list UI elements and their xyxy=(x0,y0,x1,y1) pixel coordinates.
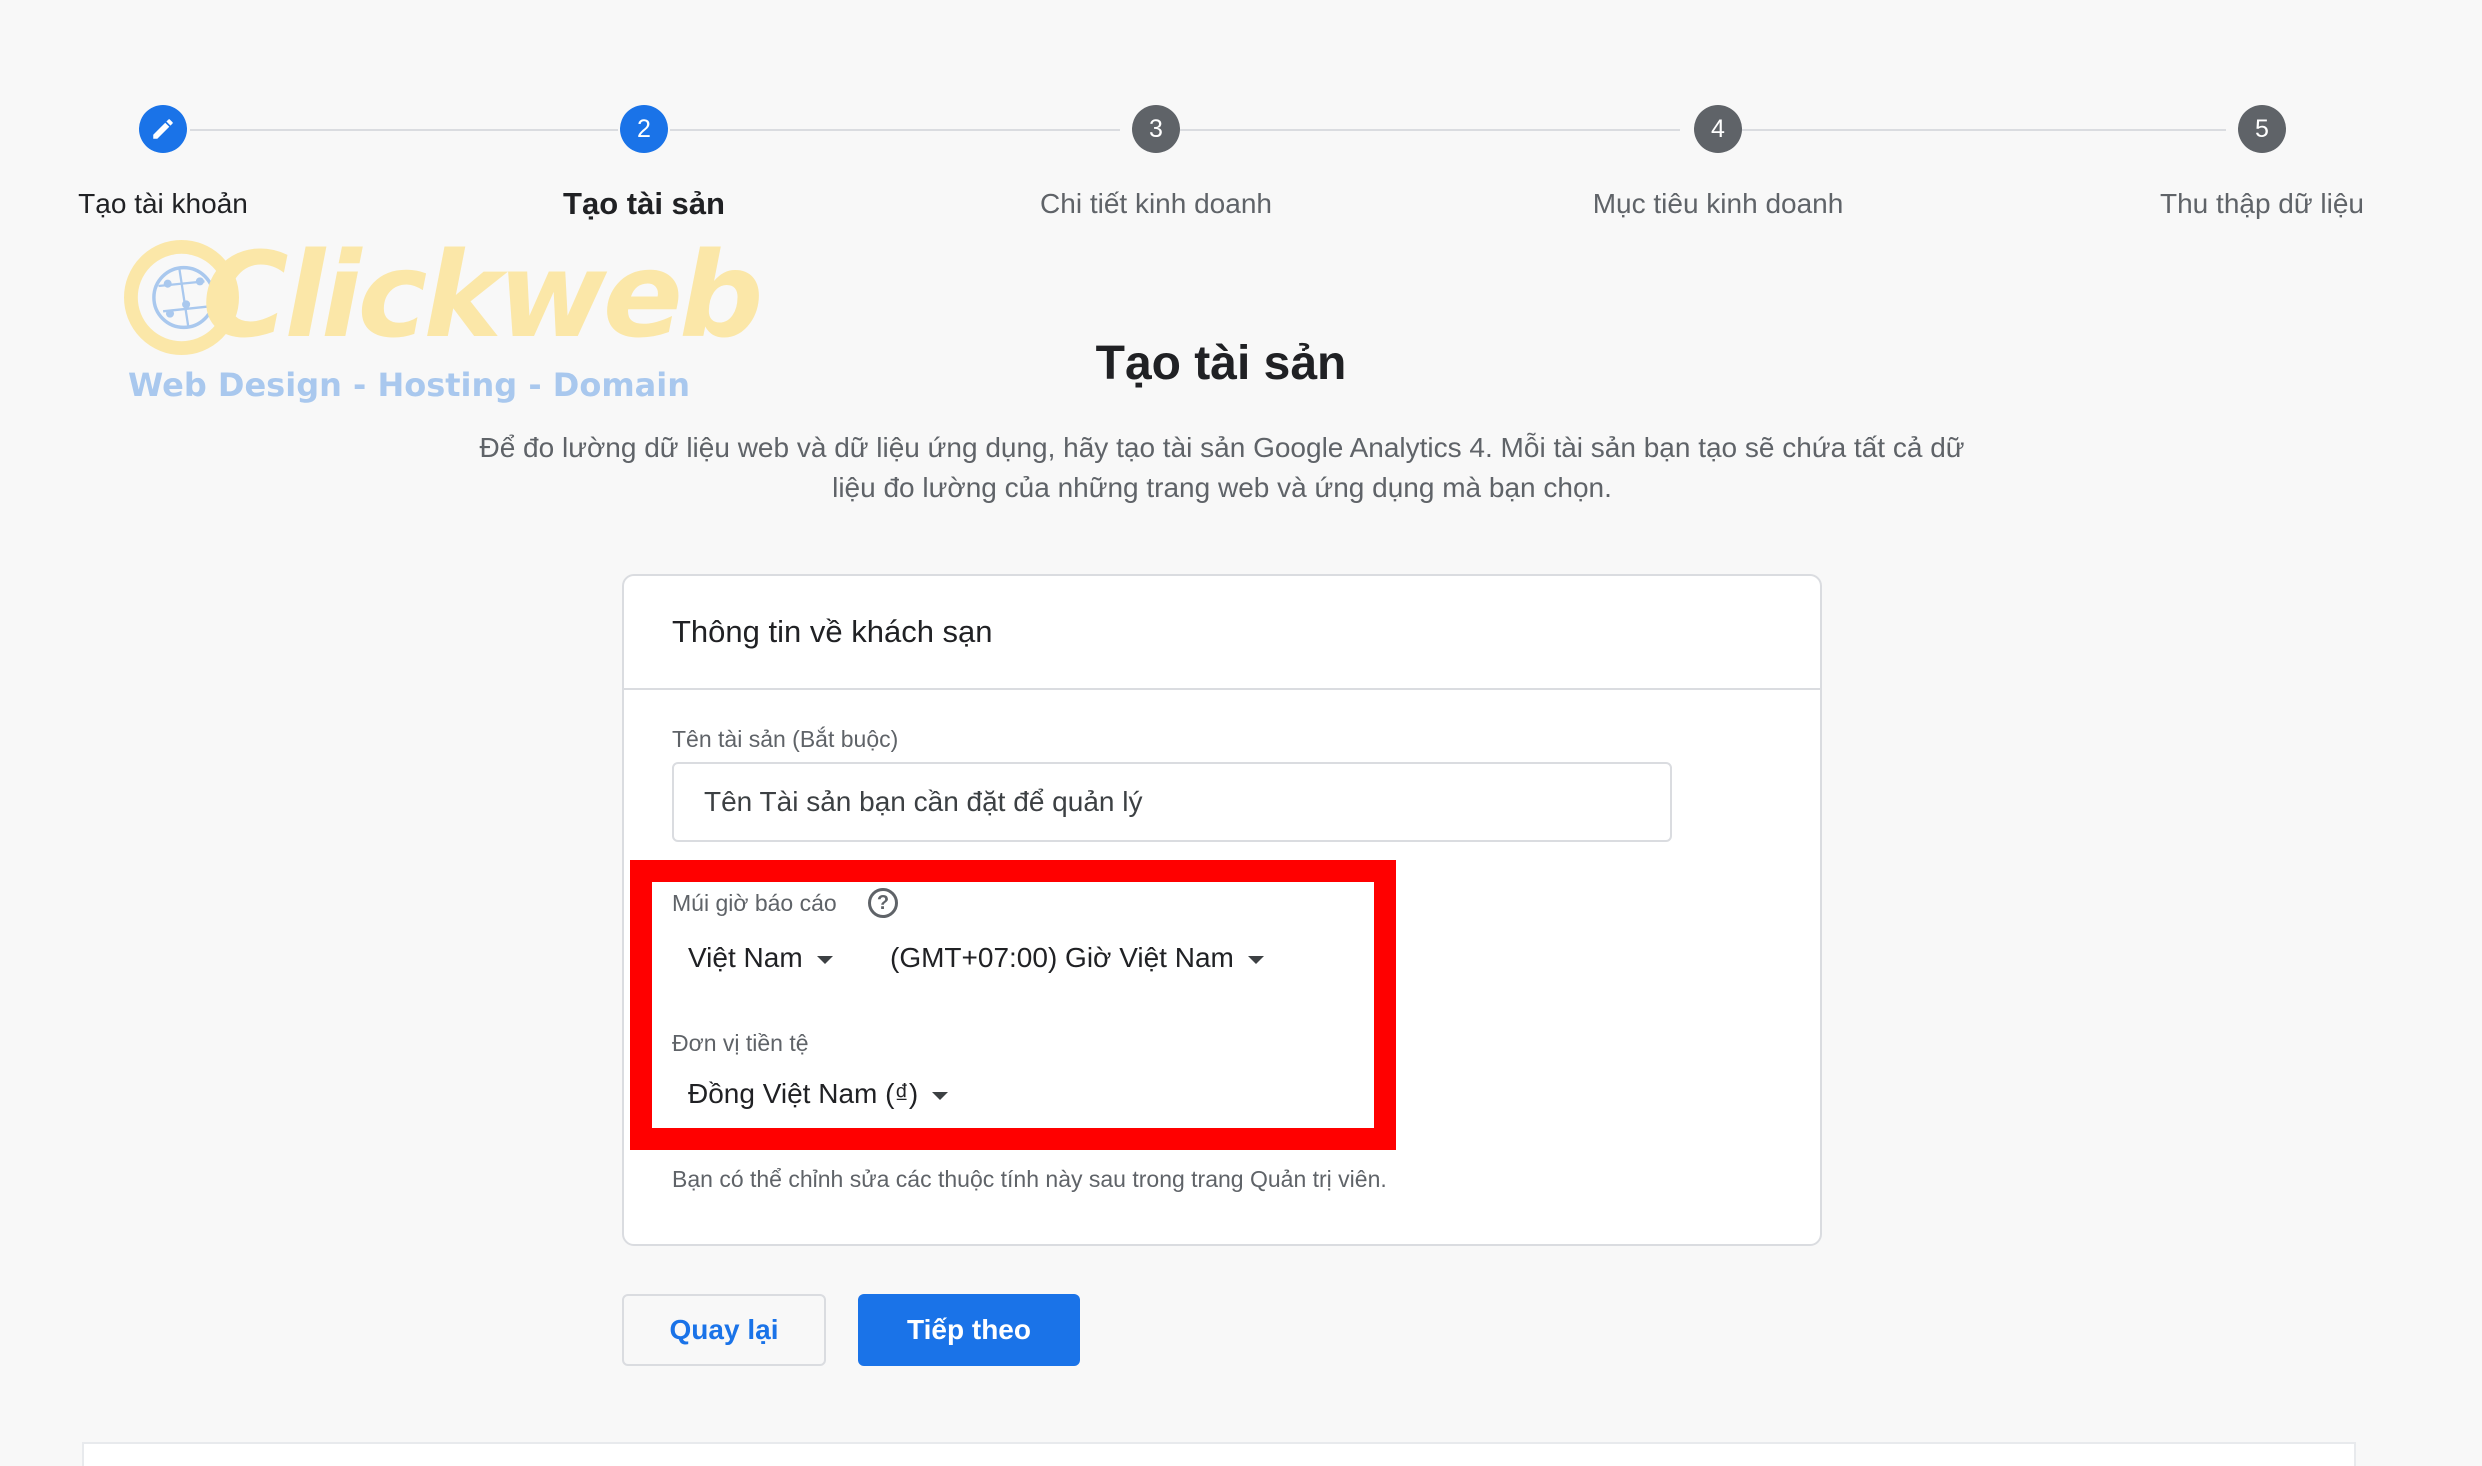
step-3-circle: 3 xyxy=(1132,105,1180,153)
caret-down-icon xyxy=(1247,956,1264,964)
country-dropdown[interactable]: Việt Nam xyxy=(688,942,833,974)
page-description: Để đo lường dữ liệu web và dữ liệu ứng d… xyxy=(420,428,2024,508)
next-button[interactable]: Tiếp theo xyxy=(858,1294,1080,1366)
currency-dropdown[interactable]: Đồng Việt Nam (₫) xyxy=(688,1078,949,1110)
timezone-value: (GMT+07:00) Giờ Việt Nam xyxy=(890,942,1234,973)
page-title: Tạo tài sản xyxy=(1095,337,1347,390)
page: 2 3 4 5 Tạo tài khoản Tạo tài sản Chi ti… xyxy=(0,0,2482,1466)
property-name-input[interactable] xyxy=(672,762,1672,842)
step-3-label: Chi tiết kinh doanh xyxy=(1040,188,1272,219)
step-4-circle: 4 xyxy=(1694,105,1742,153)
step-connector xyxy=(1180,129,1680,131)
stepper: 2 3 4 5 Tạo tài khoản Tạo tài sản Chi ti… xyxy=(0,0,2482,240)
step-1-edit-circle[interactable] xyxy=(139,105,187,153)
help-icon[interactable]: ? xyxy=(868,888,898,918)
step-connector xyxy=(190,129,618,131)
step-2-circle: 2 xyxy=(620,105,668,153)
back-button[interactable]: Quay lại xyxy=(622,1294,826,1366)
currency-label: Đơn vị tiền tệ xyxy=(672,1030,809,1056)
property-details-card: Thông tin về khách sạn Tên tài sản (Bắt … xyxy=(622,574,1822,1246)
step-5-circle: 5 xyxy=(2238,105,2286,153)
description-line-2: liệu đo lường của những trang web và ứng… xyxy=(832,472,1612,503)
card-header: Thông tin về khách sạn xyxy=(624,576,1820,690)
country-value: Việt Nam xyxy=(688,942,803,973)
pencil-icon xyxy=(153,119,173,139)
step-2-label: Tạo tài sản xyxy=(563,186,725,221)
description-line-1: Để đo lường dữ liệu web và dữ liệu ứng d… xyxy=(479,432,1965,463)
card-note: Bạn có thể chỉnh sửa các thuộc tính này … xyxy=(672,1166,1387,1192)
step-1-label[interactable]: Tạo tài khoản xyxy=(78,188,248,220)
timezone-dropdown[interactable]: (GMT+07:00) Giờ Việt Nam xyxy=(890,942,1264,974)
property-name-label: Tên tài sản (Bắt buộc) xyxy=(672,726,899,752)
caret-down-icon xyxy=(816,956,833,964)
step-connector xyxy=(670,129,1120,131)
step-4-label: Mục tiêu kinh doanh xyxy=(1592,188,1844,219)
step-5-label: Thu thập dữ liệu xyxy=(2160,188,2364,219)
timezone-label: Múi giờ báo cáo xyxy=(672,890,837,916)
bottom-card-edge xyxy=(82,1442,2356,1466)
caret-down-icon xyxy=(932,1092,949,1100)
step-connector xyxy=(1740,129,2226,131)
currency-value: Đồng Việt Nam (₫) xyxy=(688,1078,919,1109)
